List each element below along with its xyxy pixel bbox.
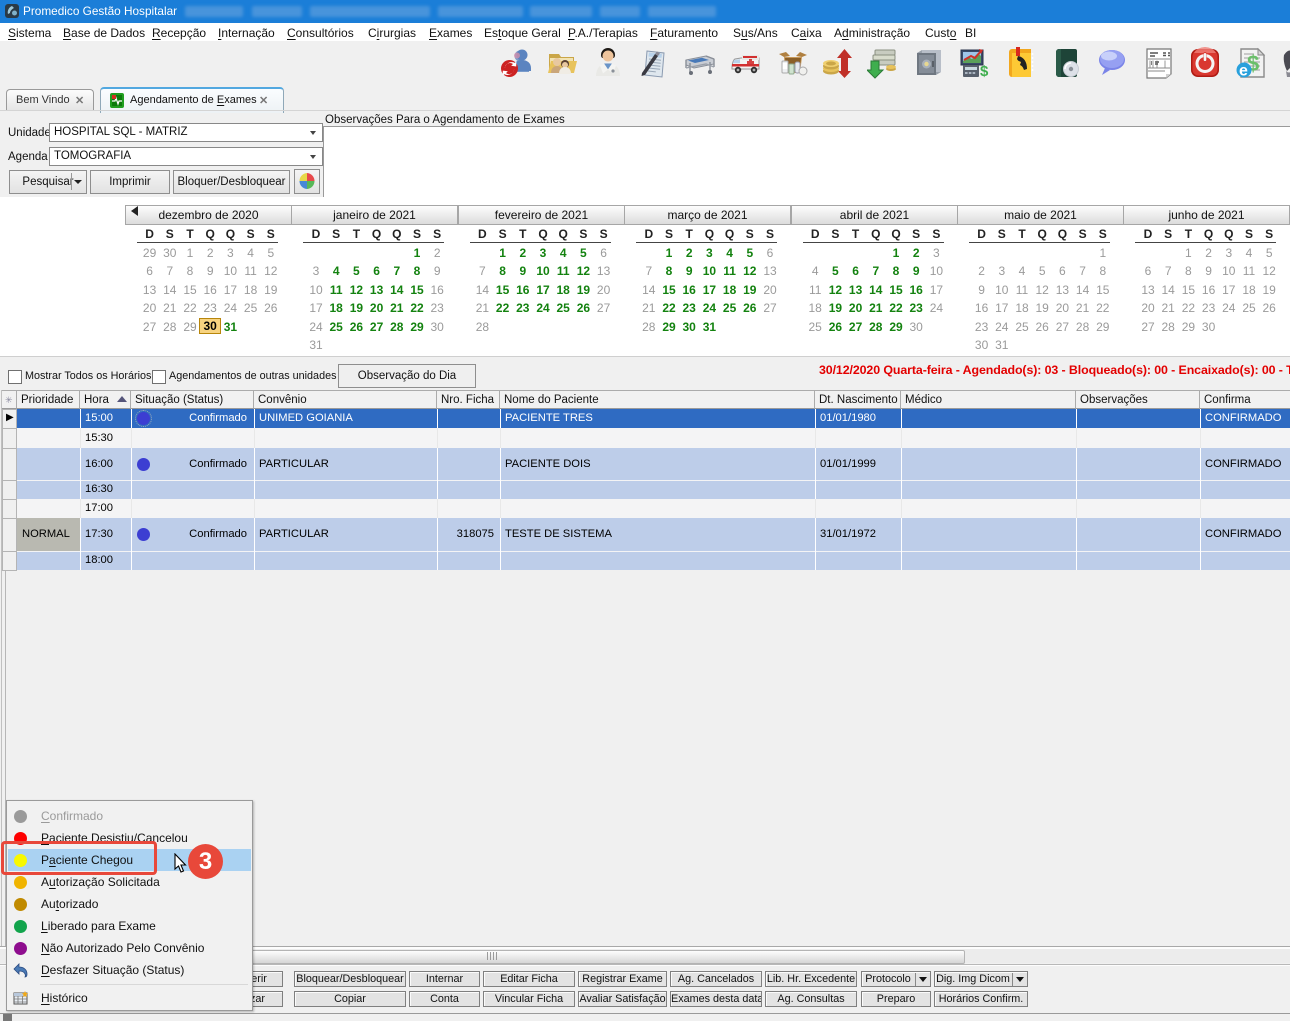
svg-text:e: e	[1239, 63, 1248, 80]
svg-text:$: $	[980, 63, 989, 79]
